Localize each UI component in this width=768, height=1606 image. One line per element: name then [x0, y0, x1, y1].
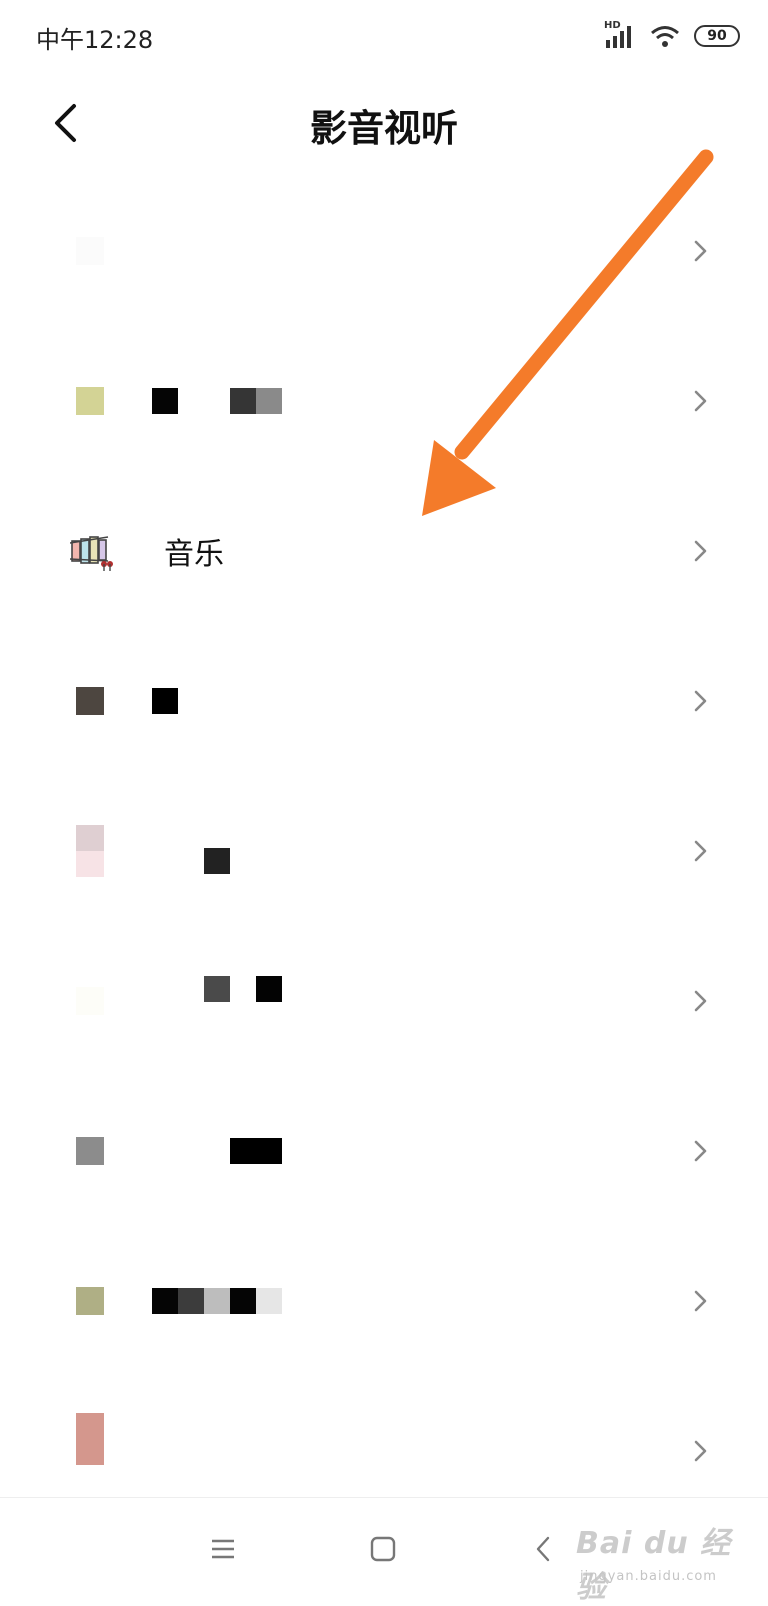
status-time: 中午12:28 — [36, 26, 154, 54]
list-item[interactable] — [0, 926, 768, 1076]
list-item[interactable] — [0, 776, 768, 926]
list-item-music[interactable]: 音乐 — [0, 476, 768, 626]
battery-level: 90 — [707, 28, 727, 44]
app-icon — [76, 1137, 104, 1165]
app-icon — [76, 987, 104, 1015]
app-icon — [76, 687, 104, 715]
status-bar: 中午12:28 HD 90 — [0, 0, 768, 72]
battery-icon: 90 — [694, 25, 740, 47]
chevron-right-icon — [694, 240, 707, 262]
app-icon — [76, 1287, 104, 1315]
blurred-label — [152, 388, 282, 414]
xylophone-icon — [70, 536, 113, 571]
settings-list: 音乐 — [0, 176, 768, 1526]
blurred-label — [230, 1138, 282, 1164]
wifi-icon — [650, 24, 680, 48]
app-icon — [76, 387, 104, 415]
header: 影音视听 — [0, 80, 768, 166]
watermark-brand: Bai du 经验 — [576, 1526, 732, 1605]
navigation-bar: Bai du 经验 jingyan.baidu.com — [0, 1497, 768, 1605]
menu-icon — [212, 1539, 234, 1559]
watermark-site: jingyan.baidu.com — [580, 1569, 717, 1584]
app-icon — [76, 237, 104, 265]
blurred-label — [152, 1288, 282, 1314]
chevron-right-icon — [694, 1440, 707, 1462]
chevron-right-icon — [694, 990, 707, 1012]
chevron-right-icon — [694, 540, 707, 562]
list-item[interactable] — [0, 176, 768, 326]
menu-button[interactable] — [200, 1526, 246, 1572]
blurred-label — [204, 976, 282, 1002]
app-icon — [76, 825, 104, 877]
list-item[interactable] — [0, 1226, 768, 1376]
status-icons: HD 90 — [604, 18, 740, 54]
back-nav-button[interactable] — [520, 1526, 566, 1572]
chevron-right-icon — [694, 390, 707, 412]
blurred-label — [152, 688, 178, 714]
list-item[interactable] — [0, 626, 768, 776]
blurred-label — [204, 848, 230, 874]
home-icon — [370, 1536, 396, 1562]
music-label: 音乐 — [164, 537, 224, 572]
back-icon — [536, 1536, 550, 1562]
chevron-right-icon — [694, 1290, 707, 1312]
list-item[interactable] — [0, 326, 768, 476]
signal-icon: HD — [604, 20, 636, 50]
baidu-watermark: Bai du 经验 jingyan.baidu.com — [576, 1514, 746, 1605]
chevron-right-icon — [694, 840, 707, 862]
chevron-right-icon — [694, 1140, 707, 1162]
page-title: 影音视听 — [310, 107, 458, 150]
app-icon — [76, 1413, 104, 1465]
list-item[interactable] — [0, 1076, 768, 1226]
home-button[interactable] — [360, 1526, 406, 1572]
chevron-right-icon — [694, 690, 707, 712]
